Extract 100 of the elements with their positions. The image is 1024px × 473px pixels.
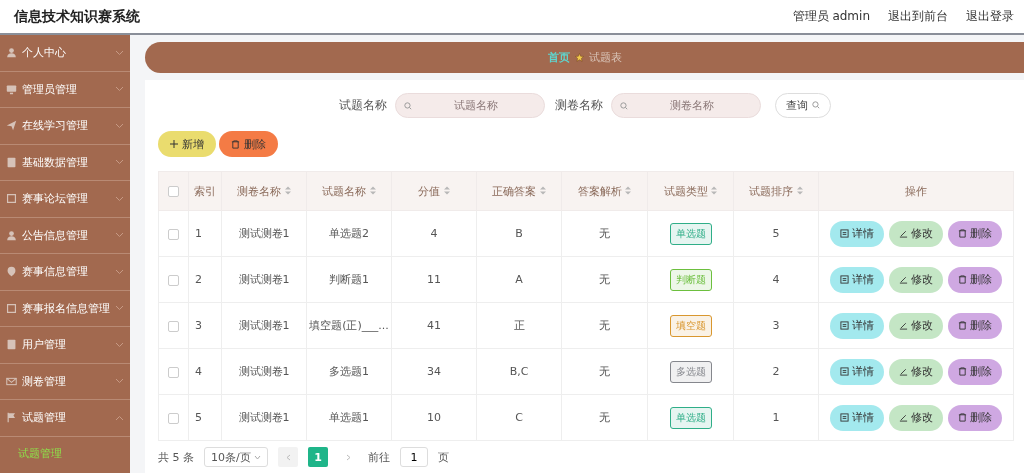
chevron-down-icon — [115, 49, 124, 56]
delete-button[interactable]: 删除 — [948, 266, 1002, 293]
header-link[interactable]: 退出登录 — [966, 8, 1014, 25]
chevron-down-icon — [115, 305, 124, 312]
trash-icon — [958, 413, 967, 422]
table-cell: 1 — [195, 227, 202, 240]
detail-button[interactable]: 详情 — [830, 266, 884, 293]
edit-button[interactable]: 修改 — [889, 220, 943, 247]
edit-button[interactable]: 修改 — [889, 266, 943, 293]
menu-item[interactable]: 公告信息管理 — [0, 217, 130, 254]
submenu-item[interactable]: 试题管理 — [0, 436, 130, 470]
table-cell: 11 — [427, 273, 441, 286]
menu-item[interactable]: 在线学习管理 — [0, 108, 130, 145]
type-tag: 填空题 — [669, 314, 712, 337]
edit-button[interactable]: 修改 — [889, 312, 943, 339]
table-cell: C — [515, 411, 523, 424]
delete-button[interactable]: 删除 — [948, 220, 1002, 247]
search-field[interactable]: 测卷名称 — [610, 92, 761, 118]
goto-label: 前往 — [368, 449, 390, 465]
table-cell: 4 — [772, 273, 780, 286]
edit-button[interactable]: 修改 — [889, 358, 943, 385]
edit-button[interactable]: 修改 — [889, 404, 943, 431]
table-cell: 4 — [430, 227, 438, 240]
detail-button[interactable]: 详情 — [830, 220, 884, 247]
search-icon — [811, 101, 820, 109]
pencil-icon — [899, 413, 908, 422]
chevron-down-icon — [115, 232, 124, 239]
page-button[interactable]: 1 — [308, 447, 328, 467]
document-icon — [840, 367, 849, 376]
column-header[interactable]: 分值 — [418, 184, 450, 198]
flag-icon — [6, 412, 17, 424]
table-cell: 无 — [599, 411, 610, 424]
table-cell: 无 — [599, 273, 610, 286]
header-link[interactable]: 退出到前台 — [888, 8, 948, 25]
star-icon — [574, 53, 584, 62]
field-label: 试题名称 — [338, 96, 387, 114]
detail-button[interactable]: 详情 — [830, 404, 884, 431]
column-header: 操作 — [905, 184, 927, 198]
table-cell: 1 — [772, 411, 780, 424]
monitor-icon — [6, 83, 17, 95]
document-icon — [840, 275, 849, 284]
chevron-left-icon — [285, 453, 291, 461]
menu-item[interactable]: 赛事信息管理 — [0, 254, 130, 291]
pencil-icon — [899, 321, 908, 330]
table-cell: 无 — [599, 319, 610, 332]
document-icon — [6, 339, 17, 351]
delete-button[interactable]: 删除 — [219, 131, 278, 157]
table-cell: 测试测卷1 — [238, 273, 290, 286]
chevron-down-icon — [254, 454, 261, 460]
page-input[interactable]: 1 — [400, 447, 428, 467]
menu-item[interactable]: 赛事论坛管理 — [0, 181, 130, 218]
breadcrumb-link[interactable]: 首页 — [547, 50, 570, 65]
app-title: 信息技术知识赛系统 — [14, 7, 141, 26]
delete-button[interactable]: 删除 — [948, 312, 1002, 339]
type-tag: 多选题 — [669, 360, 712, 383]
chevron-down-icon — [115, 341, 124, 348]
menu-item[interactable]: 测卷管理 — [0, 363, 130, 400]
detail-button[interactable]: 详情 — [830, 358, 884, 385]
menu-item[interactable]: 赛事报名信息管理 — [0, 290, 130, 327]
checkbox[interactable] — [168, 228, 179, 240]
sort-icon — [711, 185, 718, 195]
add-button[interactable]: 新增 — [158, 131, 216, 157]
chevron-up-icon — [115, 414, 124, 421]
person-icon — [6, 229, 17, 241]
type-tag: 判断题 — [669, 268, 712, 291]
query-button[interactable]: 查询 — [774, 92, 831, 118]
table-cell: 测试测卷1 — [238, 227, 290, 240]
column-header: 索引 — [194, 184, 216, 198]
menu-item[interactable]: 用户管理 — [0, 327, 130, 364]
menu-item[interactable]: 管理员管理 — [0, 71, 130, 108]
detail-button[interactable]: 详情 — [830, 312, 884, 339]
checkbox[interactable] — [168, 366, 179, 378]
chevron-down-icon — [115, 195, 124, 202]
checkbox[interactable] — [168, 412, 179, 424]
person-icon — [6, 47, 17, 59]
envelope-icon — [6, 375, 17, 387]
table-cell: 单选题1 — [329, 411, 369, 424]
page-size-select[interactable]: 10条/页 — [204, 447, 268, 467]
table-cell: 5 — [772, 227, 780, 240]
trash-icon — [231, 139, 240, 149]
table-cell: 无 — [599, 227, 610, 240]
table-cell: 多选题1 — [329, 365, 369, 378]
menu-item[interactable]: 个人中心 — [0, 35, 130, 72]
checkbox[interactable] — [168, 320, 179, 332]
trash-icon — [958, 321, 967, 330]
sort-icon — [796, 185, 803, 195]
checkbox[interactable] — [168, 274, 179, 286]
menu-item[interactable]: 试题管理 — [0, 400, 130, 437]
chevron-right-icon — [345, 453, 351, 461]
search-field[interactable]: 试题名称 — [394, 92, 545, 118]
delete-button[interactable]: 删除 — [948, 404, 1002, 431]
checkbox[interactable] — [168, 186, 179, 197]
document-icon — [840, 413, 849, 422]
previous-page-button[interactable] — [278, 447, 298, 467]
delete-button[interactable]: 删除 — [948, 358, 1002, 385]
trash-icon — [958, 229, 967, 238]
table-cell: A — [515, 273, 523, 286]
pencil-icon — [899, 275, 908, 284]
menu-item[interactable]: 基础数据管理 — [0, 144, 130, 181]
table-cell: 2 — [772, 365, 780, 378]
